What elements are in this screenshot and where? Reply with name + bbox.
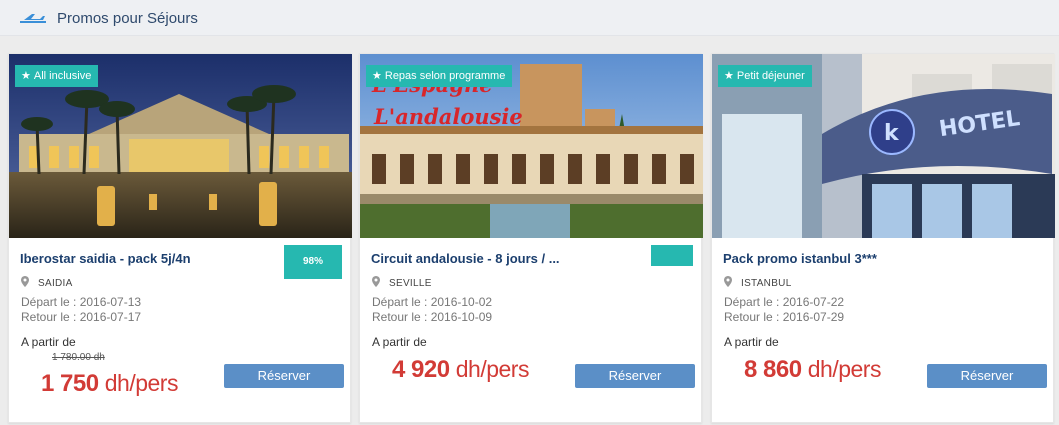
price-unit: dh/pers (455, 356, 530, 382)
reserve-button[interactable]: Réserver (927, 364, 1047, 388)
board-badge: ★ Repas selon programme (366, 65, 513, 87)
location: SEVILLE (372, 276, 432, 289)
board-badge: ★ All inclusive (15, 65, 99, 87)
rating-badge (651, 245, 693, 266)
promo-card-seville[interactable]: L'Espagne L'andalousie ★Repas selon prog… (359, 53, 703, 423)
badge-label: Petit déjeuner (736, 70, 805, 82)
return-date: Retour le : 2016-07-17 (21, 310, 142, 324)
trip-dates: Départ le : 2016-10-02 Retour le : 2016-… (372, 295, 492, 325)
reserve-button[interactable]: Réserver (575, 364, 695, 388)
price: 1 750 dh/pers (41, 370, 178, 398)
price-unit: dh/pers (807, 356, 882, 382)
map-pin-icon (21, 276, 29, 287)
badge-label: All inclusive (33, 70, 92, 82)
return-date: Retour le : 2016-07-29 (724, 310, 845, 324)
promo-card-saidia[interactable]: ★ All inclusive Iberostar saidia - pack 5… (8, 53, 352, 423)
location-label: SAIDIA (38, 278, 73, 289)
hotel-name[interactable]: Iberostar saidia - pack 5j/4n (20, 251, 191, 266)
departure-date: Départ le : 2016-07-22 (724, 295, 845, 309)
location: SAIDIA (21, 276, 73, 289)
trip-dates: Départ le : 2016-07-13 Retour le : 2016-… (21, 295, 141, 325)
plane-icon (20, 14, 46, 23)
section-header: Promos pour Séjours (0, 0, 1059, 36)
departure-date: Départ le : 2016-07-13 (21, 295, 142, 309)
board-badge: ★ Petit déjeuner (718, 65, 812, 87)
price-value: 1 750 (41, 370, 99, 397)
price: 4 920 dh/pers (392, 356, 529, 384)
svg-text:k: k (884, 121, 900, 146)
from-label: A partir de (372, 335, 427, 349)
location-label: SEVILLE (389, 278, 432, 289)
old-price: 1 780.00 dh (52, 352, 105, 363)
price-value: 4 920 (392, 356, 450, 383)
hotel-name[interactable]: Pack promo istanbul 3*** (723, 251, 877, 266)
departure-date: Départ le : 2016-10-02 (372, 295, 493, 309)
section-title: Promos pour Séjours (57, 10, 198, 27)
location-label: ISTANBUL (741, 278, 792, 289)
from-label: A partir de (724, 335, 779, 349)
rating-badge: 98% (284, 245, 342, 279)
image-caption-2: L'andalousie (373, 104, 523, 129)
return-date: Retour le : 2016-10-09 (372, 310, 493, 324)
location: ISTANBUL (724, 276, 792, 289)
star-icon: ★ (724, 70, 734, 82)
map-pin-icon (372, 276, 380, 287)
price-unit: dh/pers (104, 370, 179, 396)
promo-card-istanbul[interactable]: k HOTEL ★ Petit déjeuner Pack promo istan… (711, 53, 1055, 423)
trip-dates: Départ le : 2016-07-22 Retour le : 2016-… (724, 295, 844, 325)
price-value: 8 860 (744, 356, 802, 383)
from-label: A partir de (21, 335, 76, 349)
price: 8 860 dh/pers (744, 356, 881, 384)
map-pin-icon (724, 276, 732, 287)
badge-label: Repas selon programme (384, 70, 506, 82)
hotel-name[interactable]: Circuit andalousie - 8 jours / ... (371, 251, 560, 266)
reserve-button[interactable]: Réserver (224, 364, 344, 388)
star-icon: ★ (21, 70, 31, 82)
star-icon: ★ (372, 70, 382, 82)
